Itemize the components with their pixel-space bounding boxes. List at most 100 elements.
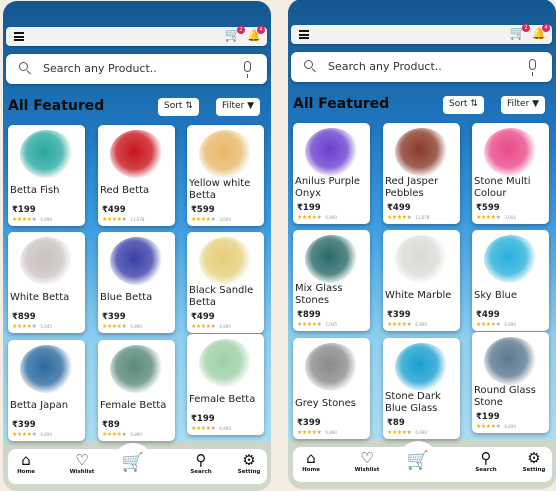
product-name: Female Betta: [100, 400, 167, 411]
microphone-icon[interactable]: [244, 61, 251, 78]
rating-stars: ★★★★★ 6,890: [387, 321, 427, 328]
product-price: ₹499: [102, 205, 126, 215]
cart-icon[interactable]: 🛒 2: [225, 26, 245, 43]
product-card[interactable]: Red Jasper Pebbles ₹499 ★★★★★ 13,678: [383, 123, 460, 224]
nav-setting[interactable]: ⚙ Setting: [231, 451, 267, 476]
bell-icon[interactable]: 🔔 4: [532, 24, 550, 41]
microphone-icon[interactable]: [529, 59, 536, 76]
product-image: [110, 345, 164, 393]
phone-screen: 🛒 2 🔔 4 Search any Product.. All Featured …: [288, 0, 556, 489]
product-price: ₹499: [476, 310, 500, 320]
product-card[interactable]: White Marble ₹399 ★★★★★ 6,890: [383, 230, 460, 331]
product-card[interactable]: Black Sandle Betta ₹499 ★★★★★ 6,890: [187, 232, 264, 333]
rating-stars: ★★★★★ 5,045: [297, 321, 337, 328]
review-count: 6,890: [325, 215, 337, 220]
rating-stars: ★★★★★ 6,890: [476, 321, 516, 328]
cart-badge: 2: [237, 26, 245, 34]
filter-icon: ▼: [247, 101, 255, 111]
product-name: Yellow white Betta: [189, 178, 251, 201]
product-price: ₹499: [387, 203, 411, 213]
bell-icon[interactable]: 🔔 4: [247, 26, 265, 43]
review-count: 6,890: [504, 322, 516, 327]
product-image: [199, 339, 253, 387]
product-card[interactable]: Betta Japan ₹399 ★★★★★ 6,890: [8, 340, 85, 441]
nav-search[interactable]: ⚲ Search: [183, 451, 219, 476]
filter-icon: ▼: [532, 99, 540, 109]
rating-stars: ★★★★★ 6,890: [102, 431, 142, 438]
menu-icon[interactable]: [14, 32, 24, 41]
review-count: 6,890: [219, 324, 231, 329]
product-card[interactable]: Stone Dark Blue Glass ₹89 ★★★★★ 6,890: [383, 338, 460, 439]
product-name: Blue Betta: [100, 292, 153, 303]
cart-button[interactable]: 🛒: [398, 441, 438, 481]
nav-search[interactable]: ⚲ Search: [468, 449, 504, 474]
menu-icon[interactable]: [299, 30, 309, 39]
search-input[interactable]: Search any Product..: [291, 52, 552, 82]
review-count: 6,890: [40, 432, 52, 437]
heart-icon: ♡: [75, 451, 89, 469]
cart-badge: 2: [522, 24, 530, 32]
nav-wishlist[interactable]: ♡ Wishlist: [64, 451, 100, 476]
product-card[interactable]: Female Betta ₹199 ★★★★★ 6,890: [187, 334, 264, 435]
cart-icon[interactable]: 🛒 2: [510, 24, 530, 41]
sort-label: Sort: [164, 101, 183, 111]
rating-stars: ★★★★★ 6,890: [297, 429, 337, 436]
product-name: Sky Blue: [474, 290, 518, 301]
review-count: 6,890: [325, 430, 337, 435]
product-card[interactable]: Blue Betta ₹399 ★★★★★ 6,890: [98, 232, 175, 333]
product-card[interactable]: White Betta ₹899 ★★★★★ 5,045: [8, 232, 85, 333]
product-image: [20, 345, 74, 393]
nav-home[interactable]: ⌂ Home: [293, 449, 329, 474]
product-card[interactable]: Mix Glass Stones ₹899 ★★★★★ 5,045: [293, 230, 370, 331]
search-icon: [19, 62, 28, 71]
nav-home[interactable]: ⌂ Home: [8, 452, 44, 476]
product-name: Red Betta: [100, 185, 150, 196]
product-image: [395, 235, 449, 283]
nav-wishlist[interactable]: ♡ Wishlist: [349, 450, 385, 474]
product-card[interactable]: Anilus Purple Onyx ₹199 ★★★★★ 6,890: [293, 123, 370, 224]
product-name: Betta Fish: [10, 185, 60, 196]
product-name: Grey Stones: [295, 398, 356, 409]
rating-stars: ★★★★★ 13,678: [387, 214, 430, 221]
product-price: ₹89: [102, 420, 120, 430]
section-title: All Featured: [293, 96, 390, 112]
product-card[interactable]: Sky Blue ₹499 ★★★★★ 6,890: [472, 230, 549, 331]
product-price: ₹899: [12, 312, 36, 322]
search-icon: ⚲: [195, 451, 207, 469]
nav-setting[interactable]: ⚙ Setting: [516, 450, 552, 474]
gear-icon: ⚙: [242, 451, 256, 469]
nav-label: Search: [190, 469, 212, 475]
product-card[interactable]: Grey Stones ₹399 ★★★★★ 6,890: [293, 338, 370, 439]
product-price: ₹399: [102, 312, 126, 322]
product-card[interactable]: Yellow white Betta ₹599 ★★★★★ 3,004: [187, 125, 264, 226]
sort-button[interactable]: Sort ⇅: [158, 98, 199, 116]
product-card[interactable]: Female Betta ₹89 ★★★★★ 6,890: [98, 340, 175, 441]
cart-icon: 🛒: [121, 452, 145, 473]
sort-button[interactable]: Sort ⇅: [443, 96, 484, 114]
top-bar: 🛒 2 🔔 4: [291, 24, 552, 44]
sort-icon: ⇅: [185, 101, 193, 111]
product-card[interactable]: Round Glass Stone ₹199 ★★★★★ 6,890: [472, 332, 549, 433]
filter-label: Filter: [222, 101, 245, 111]
search-input[interactable]: Search any Product..: [6, 54, 267, 84]
review-count: 13,678: [415, 215, 430, 220]
product-card[interactable]: Betta Fish ₹199 ★★★★★ 6,890: [8, 125, 85, 226]
product-card[interactable]: Stone Multi Colour ₹599 ★★★★★ 3,004: [472, 123, 549, 224]
review-count: 6,890: [415, 430, 427, 435]
product-name: Stone Dark Blue Glass: [385, 391, 441, 414]
review-count: 3,004: [504, 215, 516, 220]
cart-button[interactable]: 🛒: [113, 443, 153, 483]
product-card[interactable]: Red Betta ₹499 ★★★★★ 13,678: [98, 125, 175, 226]
filter-button[interactable]: Filter ▼: [216, 98, 261, 116]
filter-button[interactable]: Filter ▼: [501, 96, 546, 114]
sort-label: Sort: [449, 99, 468, 109]
product-image: [199, 237, 253, 285]
product-image: [20, 237, 74, 285]
product-name: Round Glass Stone: [474, 385, 536, 408]
review-count: 6,890: [415, 322, 427, 327]
search-icon: ⚲: [480, 449, 492, 467]
rating-stars: ★★★★★ 6,890: [12, 431, 52, 438]
filter-label: Filter: [507, 99, 530, 109]
home-icon: ⌂: [306, 449, 316, 467]
rating-stars: ★★★★★ 6,890: [476, 423, 516, 430]
